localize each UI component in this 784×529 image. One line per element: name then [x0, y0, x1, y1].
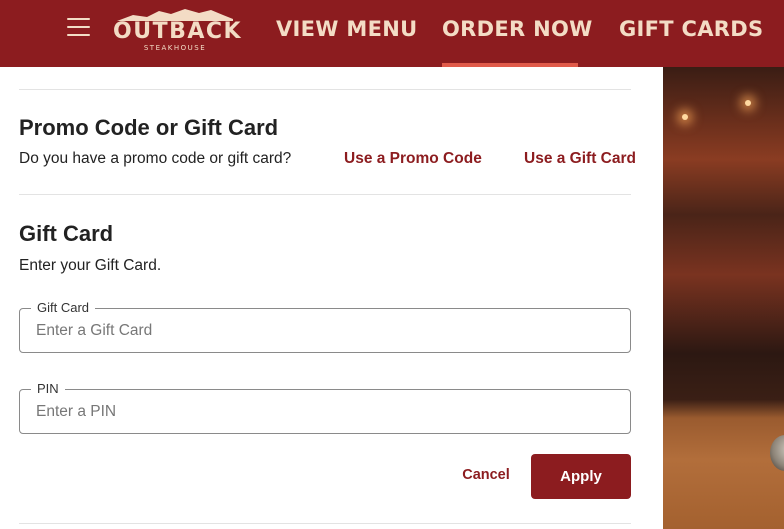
nav-order-now[interactable]: ORDER NOW: [442, 17, 593, 45]
gift-card-description: Enter your Gift Card.: [19, 257, 162, 274]
use-gift-card-link[interactable]: Use a Gift Card: [524, 150, 636, 168]
outback-logo[interactable]: OUTBACK STEAKHOUSE: [113, 5, 243, 55]
divider: [19, 194, 631, 195]
use-promo-code-link[interactable]: Use a Promo Code: [344, 150, 482, 168]
promo-question: Do you have a promo code or gift card?: [19, 150, 292, 167]
nav-gift-cards[interactable]: GIFT CARDS: [619, 17, 763, 45]
pin-input[interactable]: [36, 402, 606, 422]
apply-button[interactable]: Apply: [531, 454, 631, 499]
divider: [19, 89, 631, 90]
lamp-light-icon: [745, 100, 751, 106]
logo-subtitle: STEAKHOUSE: [143, 44, 207, 52]
gift-card-input[interactable]: [36, 321, 606, 341]
pin-field[interactable]: PIN: [19, 381, 631, 434]
promo-section-title: Promo Code or Gift Card: [19, 115, 279, 140]
gift-card-section-title: Gift Card: [19, 221, 114, 246]
pin-field-label: PIN: [31, 381, 65, 397]
lamp-light-icon: [682, 114, 688, 120]
restaurant-background-image: [663, 67, 784, 529]
logo-wordmark: OUTBACK: [113, 19, 243, 44]
nav-view-menu[interactable]: VIEW MENU: [276, 17, 417, 45]
cancel-button[interactable]: Cancel: [455, 458, 517, 492]
gift-card-field-label: Gift Card: [31, 300, 96, 316]
hamburger-menu-icon[interactable]: [67, 17, 91, 37]
divider: [19, 523, 631, 524]
gift-card-field[interactable]: Gift Card: [19, 300, 631, 353]
checkout-panel: Promo Code or Gift Card Do you have a pr…: [0, 67, 663, 529]
site-header: OUTBACK STEAKHOUSE VIEW MENU ORDER NOW G…: [0, 0, 784, 67]
